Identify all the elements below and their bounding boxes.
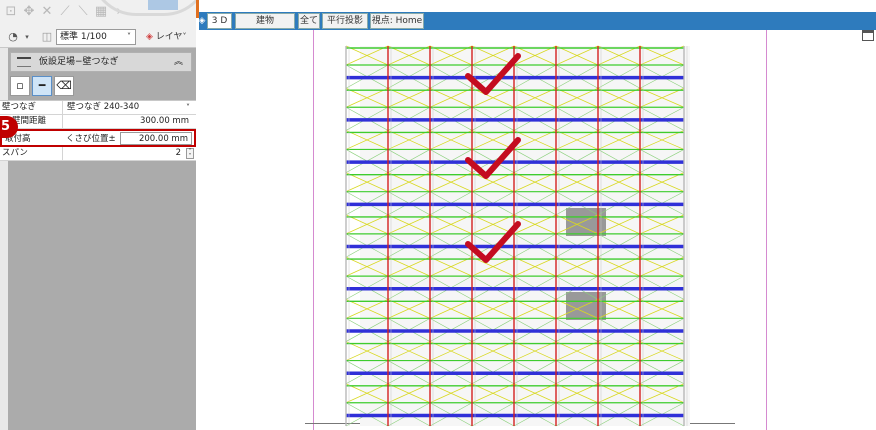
edge-icon[interactable]: ⟍: [76, 5, 90, 19]
chevron-down-icon: ˅: [127, 32, 131, 41]
tab-parallel-projection[interactable]: 平行投影: [322, 13, 368, 29]
layer-label: レイヤ: [155, 32, 183, 42]
tab-all[interactable]: 全て: [298, 13, 320, 29]
property-row-distance[interactable]: 壁間距離 300.00 mm: [0, 115, 196, 129]
collapse-icon[interactable]: ︽: [174, 53, 183, 71]
span-field[interactable]: 2: [62, 147, 184, 160]
magnifier-highlight: [148, 0, 178, 10]
window-icon[interactable]: [862, 30, 874, 41]
view-tab-bar: ◈ 3 D 建物 全て 平行投影 視点: Home: [199, 12, 876, 30]
tab-label: 平行投影: [326, 16, 363, 26]
left-panel: ⊡ ✥ ✕ ⟋ ⟍ ▦ › ◔ ▾ ◫ 標準 1/100 ˅ ◈ レイヤ˅ 仮設…: [0, 0, 196, 430]
tab-label: 建物: [255, 16, 274, 26]
move-icon[interactable]: ✥: [22, 5, 36, 19]
chevron-down-icon: ˅: [182, 32, 187, 41]
grid-icon[interactable]: ▦: [94, 5, 108, 19]
distance-field[interactable]: 300.00 mm: [62, 115, 192, 128]
scaffold-drawing: [345, 45, 690, 427]
chevron-down-icon: ˅: [186, 103, 190, 112]
property-row-mount-height[interactable]: 取付高 くさび位置± 200.00 mm: [0, 129, 196, 147]
property-grid: 壁つなぎ 壁つなぎ 240-340 ˅ 壁間距離 300.00 mm 取付高 く…: [0, 100, 196, 161]
scale-select[interactable]: 標準 1/100 ˅: [56, 29, 136, 45]
select-icon[interactable]: ⊡: [4, 5, 18, 19]
layer-button[interactable]: ◈ レイヤ˅: [146, 29, 192, 45]
tab-3d[interactable]: ◈ 3 D: [199, 13, 232, 29]
property-row-span[interactable]: スパン 2 ˄ ˅: [0, 147, 196, 161]
window-block: [566, 292, 606, 320]
layer-icon: ◈: [146, 32, 153, 42]
property-label: スパン: [2, 148, 28, 158]
guide-line: [766, 30, 767, 430]
property-sublabel: くさび位置±: [66, 134, 116, 144]
guide-line: [313, 30, 314, 430]
panel-title: 仮設足場−壁つなぎ: [39, 57, 119, 67]
view-icon[interactable]: ◔: [6, 30, 20, 44]
view-3d-icon: ◈: [198, 16, 206, 26]
tab-building[interactable]: 建物: [235, 13, 295, 29]
eraser-button[interactable]: ⌫: [54, 76, 74, 96]
line-mode-button[interactable]: ━: [32, 76, 52, 96]
scale-icon: ◫: [41, 30, 53, 43]
mount-height-field[interactable]: 200.00 mm: [120, 132, 192, 145]
point-mode-button[interactable]: ▫: [10, 76, 30, 96]
panel-title-bar[interactable]: 仮設足場−壁つなぎ ︽: [10, 52, 192, 72]
tab-label: 3 D: [211, 16, 228, 26]
wall-tie-icon: [17, 57, 31, 67]
tab-viewpoint[interactable]: 視点: Home: [370, 13, 424, 29]
property-row-wall-tie[interactable]: 壁つなぎ 壁つなぎ 240-340 ˅: [0, 101, 196, 115]
chevron-down-icon[interactable]: ▾: [20, 30, 34, 44]
tab-label: 視点: Home: [371, 16, 423, 26]
tab-label: 全て: [299, 16, 318, 26]
span-stepper[interactable]: ˄ ˅: [186, 148, 194, 160]
wall-tie-select[interactable]: 壁つなぎ 240-340: [62, 101, 192, 114]
property-label: 壁つなぎ: [2, 102, 37, 112]
scale-value: 標準 1/100: [60, 32, 107, 42]
line-icon[interactable]: ⟋: [58, 5, 72, 19]
delete-icon[interactable]: ✕: [40, 5, 54, 19]
